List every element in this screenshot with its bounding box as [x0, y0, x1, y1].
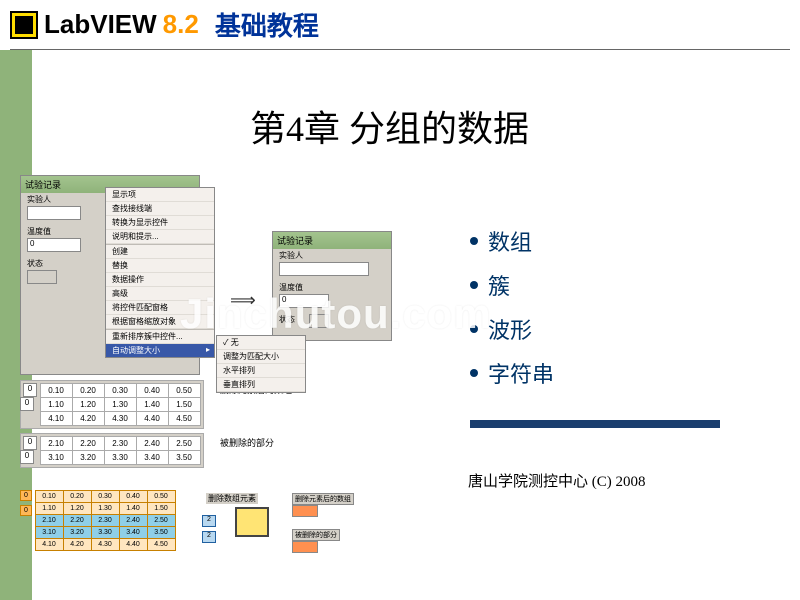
numeric-constant[interactable]: 2 — [202, 531, 216, 543]
menu-item[interactable]: 替换 — [106, 259, 214, 273]
function-node-label: 删除数组元素 — [206, 493, 258, 504]
menu-item[interactable]: 显示项 — [106, 188, 214, 202]
status-label: 状态 — [27, 258, 43, 269]
bd-index[interactable]: 0 — [20, 490, 32, 501]
array-indicator-1: 0 0.100.200.300.400.50 1.101.201.301.401… — [20, 380, 204, 429]
temperature-field[interactable]: 0 — [27, 238, 81, 252]
bullet-icon — [470, 369, 478, 377]
experimenter-label: 实验人 — [279, 250, 303, 261]
chapter-title: 第4章 分组的数据 — [250, 100, 529, 152]
submenu[interactable]: 无 调整为匹配大小 水平排列 垂直排列 — [216, 335, 306, 393]
bd-cells: 0.100.200.300.400.50 1.101.201.301.401.5… — [35, 490, 176, 551]
underline-bar — [470, 420, 720, 428]
indicator-terminal-icon — [292, 505, 318, 517]
index-display[interactable]: 0 — [20, 450, 34, 464]
submenu-item[interactable]: 垂直排列 — [217, 378, 305, 392]
menu-item[interactable]: 创建 — [106, 245, 214, 259]
experimenter-field[interactable] — [279, 262, 369, 276]
bd-array-constant: 0 0.100.200.300.400.50 1.101.201.301.401… — [20, 490, 176, 551]
menu-item[interactable]: 查找接线端 — [106, 202, 214, 216]
labview-logo-icon — [10, 11, 38, 39]
menu-item[interactable]: 转换为显示控件 — [106, 216, 214, 230]
experimenter-field[interactable] — [27, 206, 81, 220]
indicator-label: 删除元素后的数组 — [292, 493, 354, 505]
menu-item-highlighted[interactable]: 自动调整大小 — [106, 344, 214, 357]
array-cells: 2.102.202.302.402.50 3.103.203.303.403.5… — [40, 436, 201, 465]
submenu-item[interactable]: 水平排列 — [217, 364, 305, 378]
topic-label: 数组 — [488, 225, 532, 257]
topic-label: 波形 — [488, 313, 532, 345]
index-display[interactable]: 0 — [23, 383, 37, 397]
index-display[interactable]: 0 — [23, 436, 37, 450]
bullet-icon — [470, 237, 478, 245]
submenu-item[interactable]: 无 — [217, 336, 305, 350]
version-text: 8.2 — [163, 9, 199, 40]
submenu-item[interactable]: 调整为匹配大小 — [217, 350, 305, 364]
menu-item[interactable]: 说明和提示... — [106, 230, 214, 244]
topic-item: 数组 — [470, 225, 554, 257]
labview-screenshot: 试验记录 实验人 温度值 0 状态 显示项 查找接线端 转换为显示控件 说明和提… — [10, 175, 410, 575]
logo-text: LabVIEW — [44, 9, 157, 40]
watermark-text: Jinchutou.com — [180, 290, 492, 338]
header-bar: LabVIEW 8.2 基础教程 — [0, 0, 800, 49]
bd-index[interactable]: 0 — [20, 505, 32, 516]
numeric-constant[interactable]: 2 — [202, 515, 216, 527]
header-subtitle: 基础教程 — [215, 6, 319, 43]
array-indicator-2: 0 2.102.202.302.402.50 3.103.203.303.403… — [20, 433, 204, 468]
topic-item: 字符串 — [470, 357, 554, 389]
footer-text: 唐山学院测控中心 (C) 2008 — [468, 470, 646, 491]
array-cells: 0.100.200.300.400.50 1.101.201.301.401.5… — [40, 383, 201, 426]
output-indicator-2: 被删除的部分 — [290, 529, 342, 553]
index-display[interactable]: 0 — [20, 397, 34, 411]
header-divider — [10, 49, 790, 50]
temperature-label: 温度值 — [27, 226, 51, 237]
bullet-icon — [470, 281, 478, 289]
indicator-label: 被删除的部分 — [292, 529, 340, 541]
experimenter-label: 实验人 — [27, 194, 51, 205]
array-label: 被删除的部分 — [220, 436, 274, 449]
indicator-terminal-icon — [292, 541, 318, 553]
menu-item[interactable]: 数据操作 — [106, 273, 214, 287]
panel-title: 试验记录 — [273, 232, 391, 249]
status-led[interactable] — [27, 270, 57, 284]
output-indicator-1: 删除元素后的数组 — [290, 493, 356, 517]
delete-array-node-icon[interactable] — [235, 507, 269, 537]
topic-label: 字符串 — [488, 357, 554, 389]
